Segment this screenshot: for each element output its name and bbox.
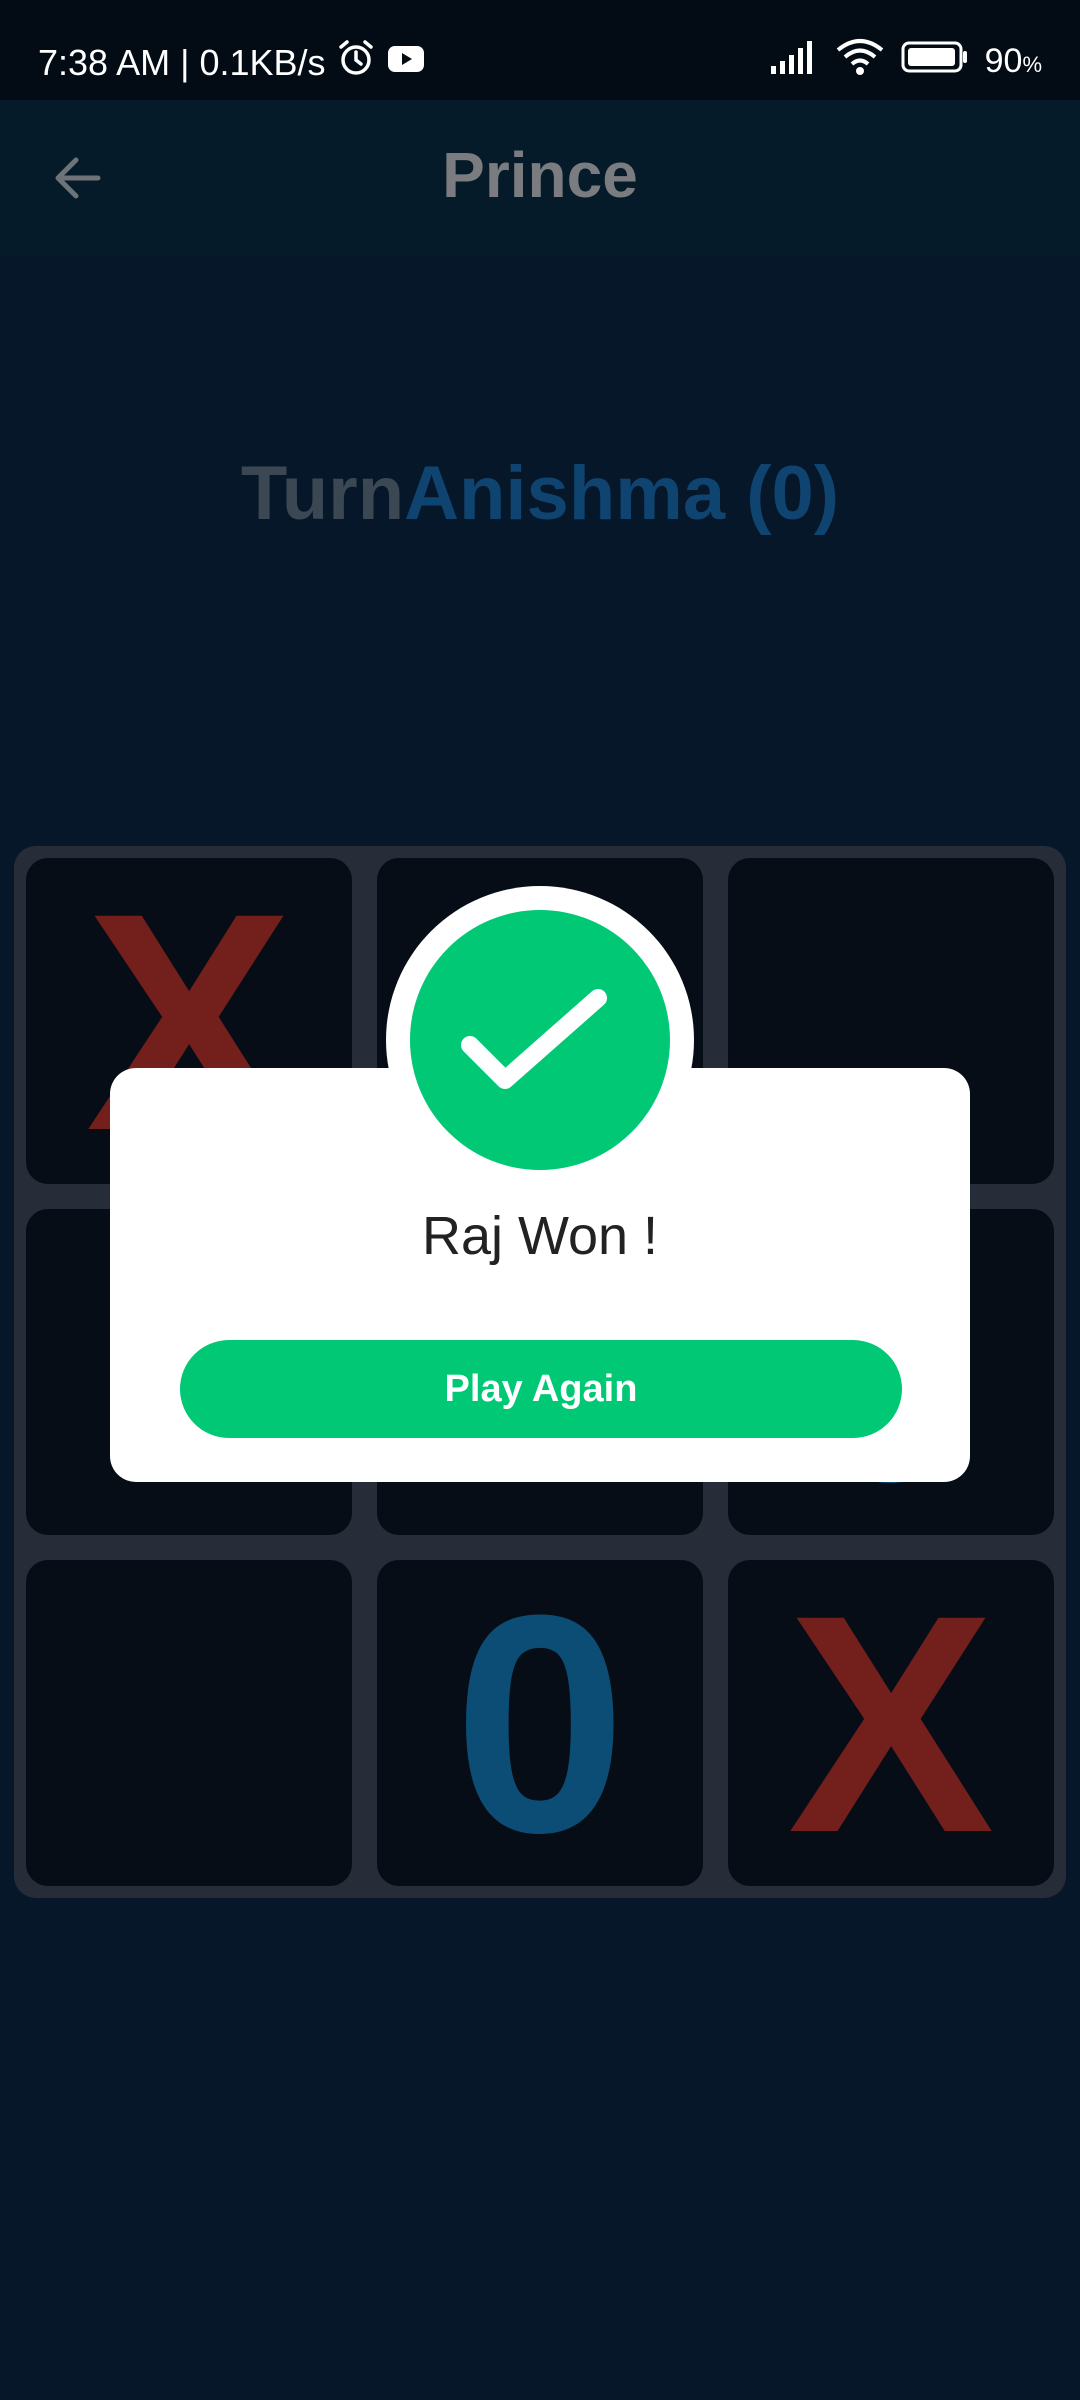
alarm-icon	[336, 38, 376, 87]
board-cell-8[interactable]: 0	[377, 1560, 703, 1886]
success-badge	[410, 910, 670, 1170]
turn-label: Turn	[240, 451, 405, 536]
cell-mark: 0	[453, 1560, 627, 1886]
wifi-icon	[835, 38, 885, 85]
play-again-button[interactable]: Play Again	[180, 1340, 902, 1438]
status-right: 90%	[769, 38, 1042, 85]
battery-level: 90%	[984, 42, 1042, 80]
signal-icon	[769, 40, 819, 83]
board-cell-7[interactable]	[26, 1560, 352, 1886]
status-bar: 7:38 AM | 0.1KB/s 90%	[0, 0, 1080, 100]
board-cell-9[interactable]: X	[728, 1560, 1054, 1886]
turn-indicator: TurnAnishma (0)	[0, 450, 1080, 537]
cell-mark	[26, 1560, 352, 1886]
turn-player: Anishma (0)	[404, 451, 840, 536]
check-icon	[461, 989, 607, 1089]
battery-icon	[901, 40, 969, 83]
status-left: 7:38 AM | 0.1KB/s	[38, 38, 426, 87]
status-time-speed: 7:38 AM | 0.1KB/s	[38, 41, 326, 83]
app-bar: Prince	[0, 100, 1080, 255]
cell-mark: X	[787, 1560, 995, 1886]
result-message: Raj Won !	[421, 1206, 659, 1266]
youtube-icon	[386, 42, 426, 84]
page-title: Prince	[442, 139, 638, 211]
